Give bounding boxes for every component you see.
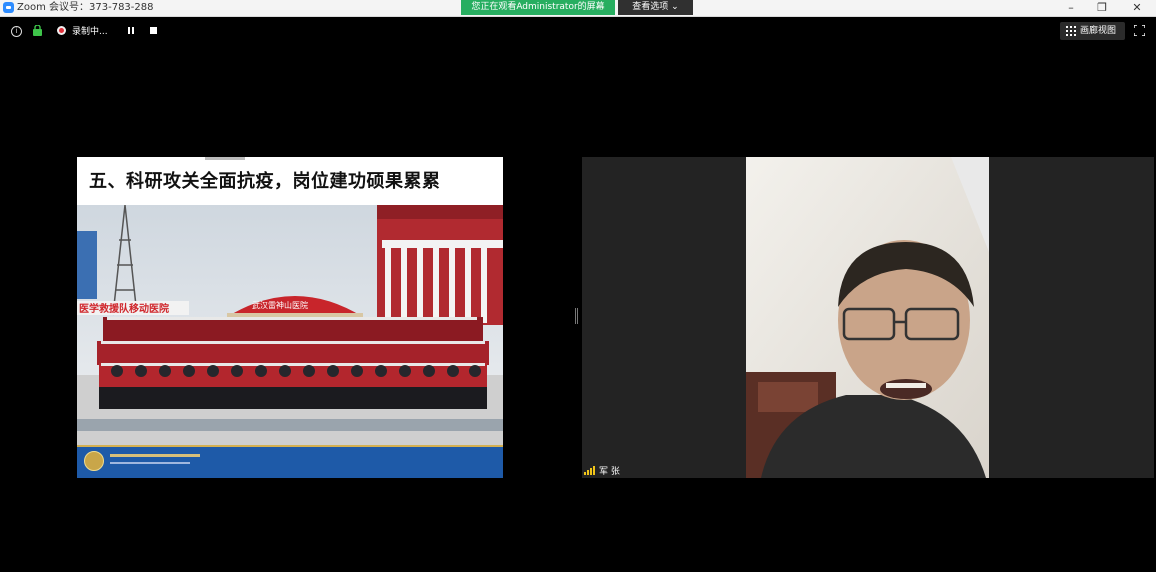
slide-title: 五、科研攻关全面抗疫，岗位建功硕果累累 bbox=[89, 171, 441, 192]
grid-icon bbox=[1066, 26, 1076, 36]
pause-icon[interactable] bbox=[128, 27, 134, 34]
restore-button[interactable]: ❐ bbox=[1089, 0, 1115, 16]
signal-icon bbox=[584, 466, 596, 475]
stop-icon[interactable] bbox=[150, 27, 157, 34]
gallery-view-label: 画廊视图 bbox=[1080, 26, 1117, 36]
university-logo bbox=[84, 451, 104, 471]
footer-logo-text bbox=[110, 454, 200, 457]
info-icon[interactable]: i bbox=[11, 26, 22, 37]
recording-label: 录制中... bbox=[72, 27, 108, 37]
gallery-view-button[interactable]: 画廊视图 bbox=[1060, 22, 1125, 40]
zoom-app-icon bbox=[3, 2, 14, 13]
close-button[interactable]: ✕ bbox=[1124, 0, 1150, 16]
footer-logo-subtext bbox=[110, 462, 190, 464]
slide-decoration bbox=[205, 157, 245, 160]
screen-share-banner: 您正在观看Administrator的屏幕 bbox=[461, 0, 615, 15]
title-bar: Zoom 会议号：373-783-288 您正在观看Administrator的… bbox=[0, 0, 1156, 17]
view-options-button[interactable]: 查看选项 ⌄ bbox=[618, 0, 693, 15]
fullscreen-icon[interactable] bbox=[1134, 25, 1145, 36]
svg-text:医学救援队移动医院: 医学救援队移动医院 bbox=[79, 302, 169, 315]
minimize-button[interactable]: – bbox=[1058, 0, 1084, 16]
footer-gold-line bbox=[77, 445, 503, 447]
slide-footer bbox=[77, 445, 503, 478]
lock-icon[interactable] bbox=[33, 25, 42, 36]
window-title: Zoom 会议号：373-783-288 bbox=[17, 2, 154, 13]
panel-splitter-handle[interactable] bbox=[575, 308, 578, 324]
participant-name: 军 张 bbox=[599, 467, 620, 477]
svg-text:武汉雷神山医院: 武汉雷神山医院 bbox=[252, 300, 308, 310]
shared-screen-slide: 五、科研攻关全面抗疫，岗位建功硕果累累 武汉雷神山医院 医学救援队移动医院 bbox=[77, 157, 503, 478]
team-group-photo: 武汉雷神山医院 医学救援队移动医院 bbox=[77, 205, 503, 445]
participant-video bbox=[746, 157, 989, 478]
participant-video-tile[interactable]: 军 张 bbox=[582, 157, 1154, 478]
record-icon bbox=[57, 26, 66, 35]
